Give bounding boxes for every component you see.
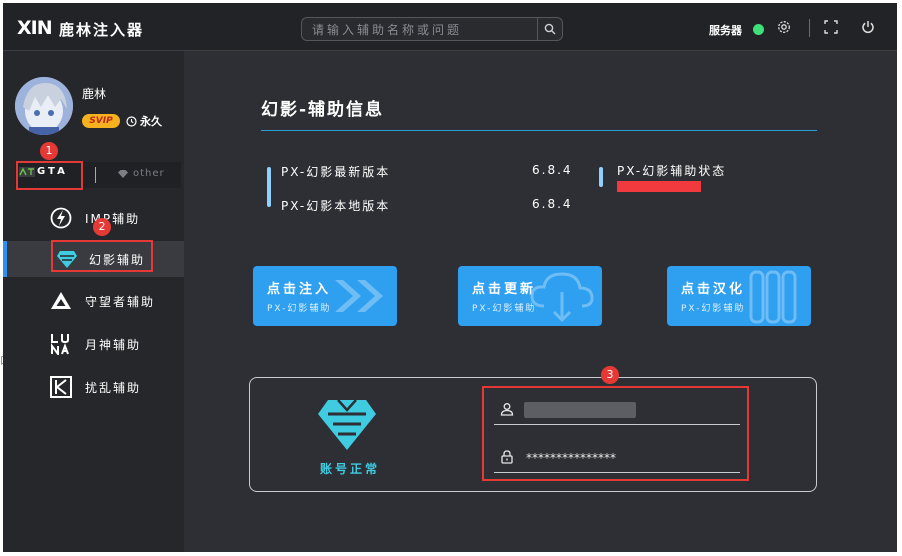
- annotation-box-3: [482, 386, 749, 481]
- tab-other-label: other: [133, 168, 165, 179]
- account-status: 账号正常: [320, 462, 381, 476]
- annotation-marker-1: 1: [40, 142, 58, 160]
- title-underline: [261, 130, 817, 131]
- tab-other[interactable]: other: [117, 168, 165, 179]
- local-version-value: 6.8.4: [532, 197, 573, 211]
- app-window: XIN 鹿林注入器 服务器: [3, 3, 897, 552]
- k-icon: [50, 376, 72, 398]
- fullscreen-button[interactable]: [821, 17, 841, 37]
- power-button[interactable]: [858, 17, 878, 37]
- title-bar: XIN 鹿林注入器 服务器: [3, 3, 897, 51]
- annotation-marker-3: 3: [601, 366, 619, 384]
- header-divider: [809, 19, 810, 37]
- search-box: [301, 17, 563, 42]
- status-accent-bar: [599, 167, 603, 187]
- arrows-icon: [335, 280, 383, 312]
- sidebar: 鹿林 SVIP 永久 GTA other IMP辅助 幻影辅助 守望者辅助 月神…: [3, 51, 184, 552]
- triangle-icon: [50, 290, 72, 312]
- page-title: 幻影-辅助信息: [261, 100, 385, 120]
- avatar[interactable]: [15, 77, 73, 135]
- annotation-marker-2: 2: [93, 218, 111, 236]
- settings-icon: [778, 21, 790, 33]
- diamond-icon: [118, 169, 128, 178]
- app-title: 鹿林注入器: [59, 21, 145, 39]
- subscription-expiry: 永久: [126, 113, 162, 129]
- status-label: PX-幻影辅助状态: [617, 164, 727, 178]
- lightning-icon: [50, 207, 72, 229]
- search-icon: [544, 23, 556, 35]
- sidebar-item-label: 守望者辅助: [85, 294, 156, 309]
- local-version-label: PX-幻影本地版本: [281, 199, 391, 213]
- info-accent-bar: [267, 167, 271, 207]
- tab-divider: [95, 167, 96, 183]
- settings-button[interactable]: [774, 17, 794, 37]
- phantom-logo-icon: [318, 399, 376, 450]
- search-input[interactable]: [310, 18, 539, 42]
- logo-mark: XIN: [17, 17, 53, 39]
- latest-version-value: 6.8.4: [532, 163, 573, 177]
- svip-badge: SVIP: [82, 114, 120, 128]
- cloud-download-icon: [530, 272, 594, 323]
- update-button[interactable]: 点击更新 PX-幻影辅助: [458, 266, 602, 326]
- clock-icon: [126, 115, 137, 127]
- sidebar-item-overwatch[interactable]: 守望者辅助: [3, 283, 184, 319]
- active-indicator: [3, 241, 7, 277]
- power-icon: [862, 21, 874, 34]
- luna-icon: [50, 333, 72, 355]
- chinese-icon: [749, 270, 797, 324]
- server-label: 服务器: [709, 24, 742, 37]
- sidebar-item-luna[interactable]: 月神辅助: [3, 326, 184, 362]
- expiry-text: 永久: [140, 115, 162, 128]
- status-value-redacted: [617, 181, 701, 192]
- username: 鹿林: [82, 87, 107, 101]
- search-button[interactable]: [537, 18, 562, 40]
- sidebar-item-label: 扰乱辅助: [85, 380, 142, 395]
- sidebar-item-label: 月神辅助: [85, 337, 142, 352]
- fullscreen-icon: [824, 20, 838, 34]
- inject-button[interactable]: 点击注入 PX-幻影辅助: [253, 266, 397, 326]
- latest-version-label: PX-幻影最新版本: [281, 165, 391, 179]
- sidebar-item-disrupt[interactable]: 扰乱辅助: [3, 369, 184, 405]
- server-status-dot: [753, 24, 764, 35]
- annotation-box-2: [51, 240, 153, 272]
- annotation-box-1: [16, 161, 83, 190]
- localize-button[interactable]: 点击汉化 PX-幻影辅助: [667, 266, 811, 326]
